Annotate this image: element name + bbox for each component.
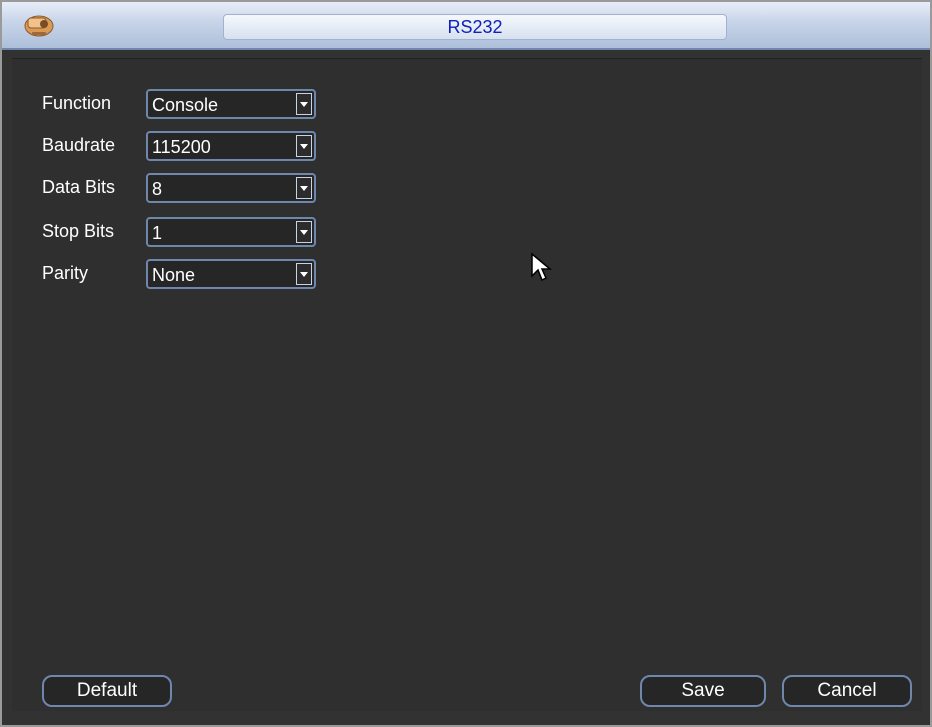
parity-value: None — [152, 265, 196, 285]
mouse-pointer-icon — [531, 252, 553, 282]
cancel-button[interactable]: Cancel — [782, 675, 912, 707]
save-button[interactable]: Save — [640, 675, 766, 707]
chevron-down-icon[interactable] — [296, 221, 312, 243]
data-bits-label: Data Bits — [42, 177, 116, 197]
stop-bits-select[interactable]: 1 — [146, 217, 316, 247]
function-value: Console — [152, 95, 219, 115]
chevron-down-icon[interactable] — [296, 263, 312, 285]
data-bits-value: 8 — [152, 179, 163, 199]
data-bits-select[interactable]: 8 — [146, 173, 316, 203]
rs232-window: RS232 Function Console Baudrate 115200 D… — [0, 0, 932, 727]
parity-label: Parity — [42, 263, 89, 283]
parity-select[interactable]: None — [146, 259, 316, 289]
camera-icon — [24, 15, 54, 37]
settings-panel: Function Console Baudrate 115200 Data Bi… — [12, 58, 922, 711]
function-select[interactable]: Console — [146, 89, 316, 119]
default-button[interactable]: Default — [42, 675, 172, 707]
chevron-down-icon[interactable] — [296, 93, 312, 115]
title-bar: RS232 — [2, 2, 930, 50]
baudrate-value: 115200 — [152, 137, 211, 157]
stop-bits-label: Stop Bits — [42, 221, 115, 241]
window-title: RS232 — [223, 14, 727, 40]
baudrate-select[interactable]: 115200 — [146, 131, 316, 161]
stop-bits-value: 1 — [152, 223, 163, 243]
baudrate-label: Baudrate — [42, 135, 116, 155]
function-label: Function — [42, 93, 112, 113]
chevron-down-icon[interactable] — [296, 135, 312, 157]
chevron-down-icon[interactable] — [296, 177, 312, 199]
